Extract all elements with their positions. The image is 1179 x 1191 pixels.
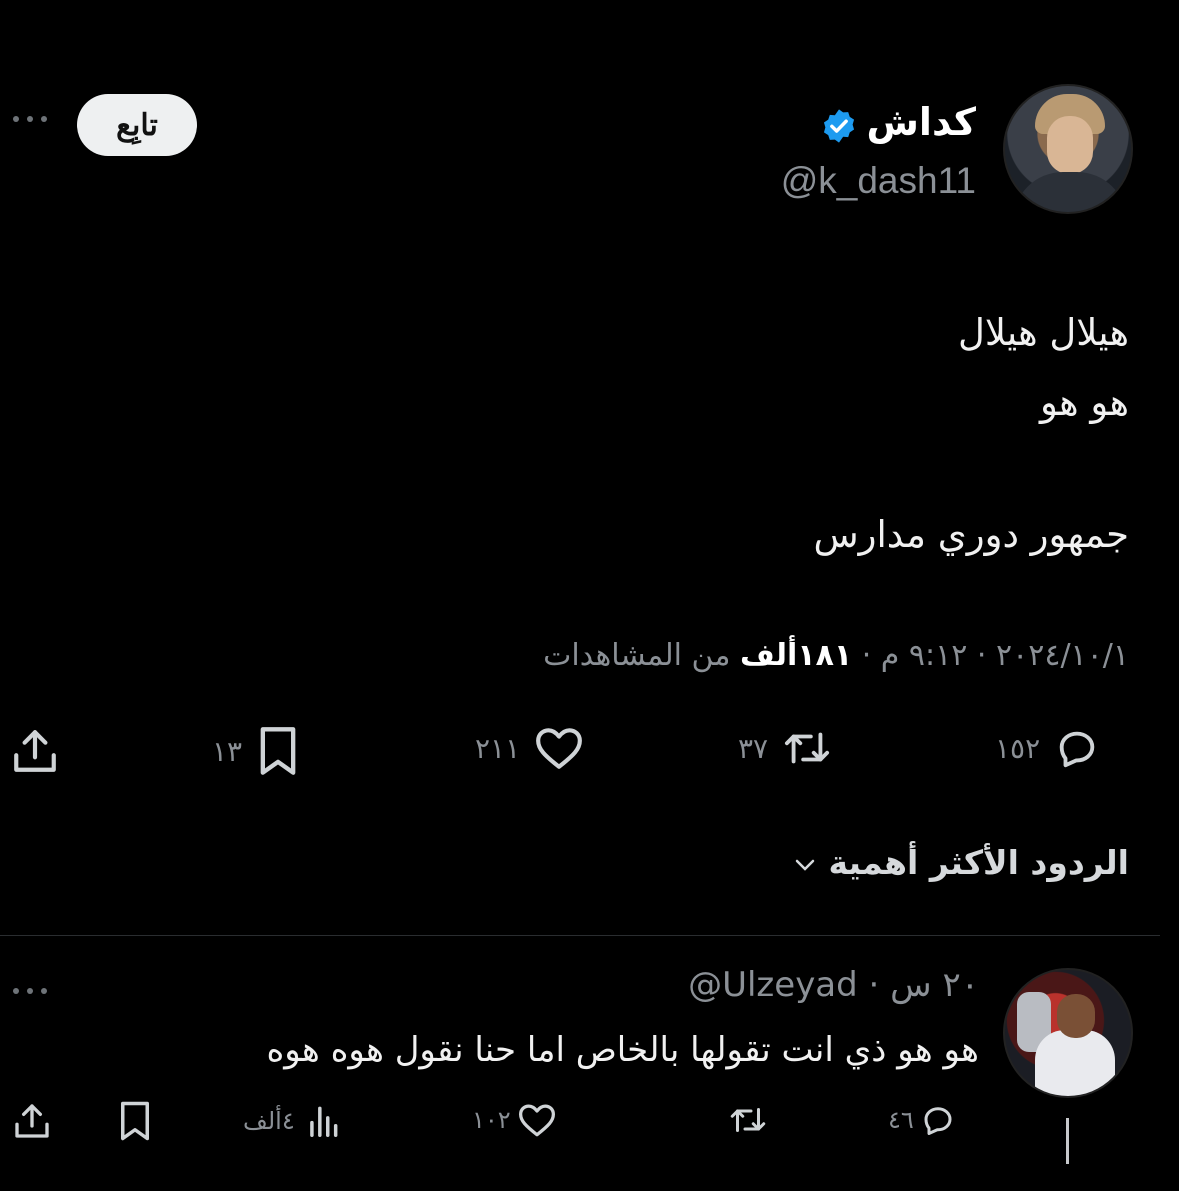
retweet-count: ٣٧: [738, 731, 769, 765]
tweet-text: هيلال هيلال هو هو جمهور دوري مدارس: [813, 298, 1129, 570]
share-icon: [15, 1104, 49, 1138]
more-options-icon[interactable]: [10, 984, 50, 998]
like-count: ٢١١: [475, 731, 521, 765]
retweet-icon: [730, 1108, 766, 1132]
reply-views-count: ٤ألف: [243, 1107, 295, 1135]
retweet-icon: [785, 732, 830, 764]
tweet-text-line: هيلال هيلال: [957, 311, 1129, 354]
share-action[interactable]: [10, 725, 60, 777]
heart-icon: [518, 1104, 555, 1137]
bookmark-count: ١٣: [212, 734, 243, 768]
follow-button[interactable]: تابِع: [77, 94, 197, 156]
reply-handle-time[interactable]: ٢٠ س · Ulzeyad@: [688, 965, 979, 1005]
reply-reply-action[interactable]: ٤٦: [888, 1102, 956, 1138]
reply-views-action[interactable]: ٤ألف: [243, 1102, 343, 1140]
reply-icon: [1059, 731, 1095, 768]
views-count: ١٨١ألف: [739, 638, 853, 673]
reply-retweet-action[interactable]: [727, 1102, 769, 1138]
author-name[interactable]: كداش: [866, 100, 976, 144]
thread-line: [1066, 1118, 1069, 1164]
bookmark-action[interactable]: ١٣: [212, 725, 300, 777]
reply-bookmark-action[interactable]: [116, 1100, 154, 1142]
author-avatar[interactable]: [1003, 84, 1133, 214]
tweet-text-line: جمهور دوري مدارس: [813, 513, 1129, 556]
replies-sort-label: الردود الأكثر أهمية: [828, 843, 1129, 882]
reply-author-avatar[interactable]: [1003, 968, 1133, 1098]
reply-reply-count: ٤٦: [888, 1106, 914, 1134]
views-chart-icon: [309, 1106, 338, 1137]
bookmark-icon: [121, 1101, 149, 1141]
heart-icon: [536, 728, 583, 769]
views-label: من المشاهدات: [543, 638, 740, 673]
verified-badge-icon: [823, 109, 855, 143]
chevron-down-icon: [795, 859, 815, 871]
reply-text: هو هو ذي انت تقولها بالخاص اما حنا نقول …: [266, 1030, 979, 1070]
divider: [0, 935, 1160, 936]
share-icon: [14, 730, 56, 772]
like-action[interactable]: ٢١١: [475, 725, 584, 771]
reply-share-action[interactable]: [12, 1100, 52, 1142]
more-options-icon[interactable]: [10, 112, 50, 126]
replies-sort-dropdown[interactable]: الردود الأكثر أهمية: [793, 843, 1129, 882]
tweet-meta: ٢٠٢٤/١٠/١ · ٩:١٢ م · ١٨١ألف من المشاهدات: [543, 638, 1129, 673]
reply-like-count: ١٠٢: [472, 1106, 511, 1134]
retweet-action[interactable]: ٣٧: [738, 725, 832, 771]
bookmark-icon: [260, 727, 296, 775]
reply-count: ١٥٢: [995, 731, 1041, 765]
author-handle[interactable]: @k_dash11: [781, 160, 976, 202]
tweet-text-line: هو هو: [1039, 381, 1129, 424]
reply-like-action[interactable]: ١٠٢: [472, 1102, 557, 1138]
reply-action[interactable]: ١٥٢: [995, 725, 1100, 771]
tweet-timestamp[interactable]: ٢٠٢٤/١٠/١ · ٩:١٢ م ·: [852, 638, 1129, 673]
reply-icon: [924, 1107, 952, 1135]
